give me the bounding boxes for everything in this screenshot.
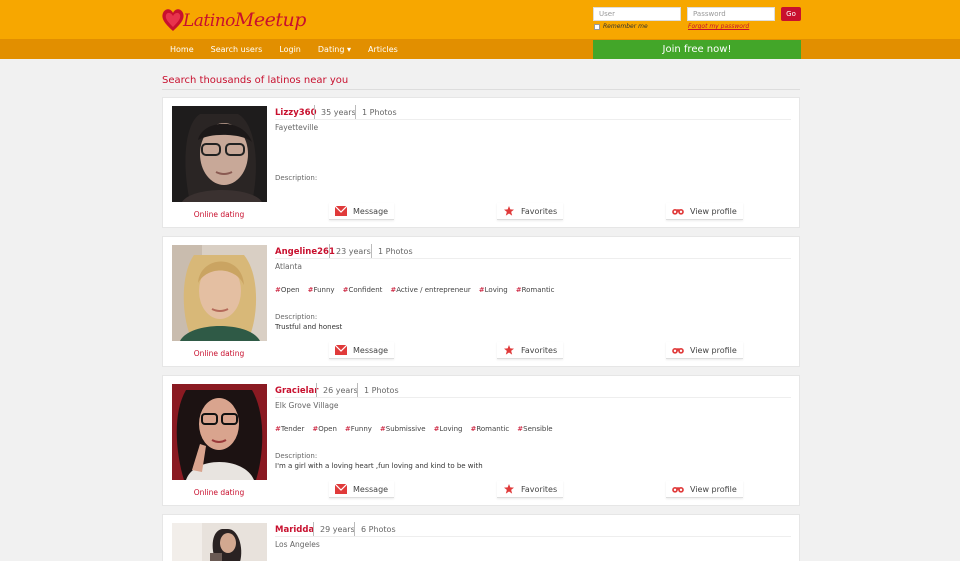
main-nav: Home Search users Login Dating ▾ Article… <box>170 39 415 59</box>
profile-city: Los Angeles <box>275 540 320 549</box>
profile-age: 29 years <box>313 522 355 537</box>
favorites-button[interactable]: Favorites <box>497 481 564 498</box>
profile-card: Online dating Lizzy360 35 years 1 Photos… <box>162 97 800 228</box>
profile-tags: #Tender #Open #Funny #Submissive #Loving… <box>275 425 553 433</box>
card-divider <box>275 536 791 537</box>
profile-tag[interactable]: #Loving <box>479 286 508 294</box>
profile-photo[interactable] <box>172 523 267 561</box>
profile-city: Elk Grove Village <box>275 401 339 410</box>
envelope-icon <box>335 206 347 216</box>
card-divider <box>275 397 791 398</box>
envelope-icon <box>335 345 347 355</box>
description-label: Description: <box>275 313 318 321</box>
favorites-button[interactable]: Favorites <box>497 203 564 220</box>
profile-card: Online dating Angeline261 23 years 1 Pho… <box>162 236 800 367</box>
view-profile-button[interactable]: View profile <box>666 342 743 359</box>
password-input[interactable]: Password <box>687 7 775 21</box>
profile-tag[interactable]: #Active / entrepreneur <box>390 286 470 294</box>
binoculars-icon <box>672 487 684 493</box>
card-divider <box>275 258 791 259</box>
profile-age: 23 years <box>329 244 371 259</box>
profile-photo[interactable] <box>172 106 267 202</box>
profile-tag[interactable]: #Funny <box>308 286 335 294</box>
profile-tag[interactable]: #Open <box>275 286 300 294</box>
top-bar <box>0 0 960 39</box>
profile-tag[interactable]: #Tender <box>275 425 304 433</box>
profile-age: 26 years <box>316 383 358 398</box>
remember-me-checkbox[interactable] <box>594 23 600 30</box>
site-logo[interactable]: LatinoMeetup <box>161 5 306 35</box>
online-dating-link[interactable]: Online dating <box>163 488 275 497</box>
username-input[interactable]: User <box>593 7 681 21</box>
message-button[interactable]: Message <box>329 342 395 359</box>
profile-username[interactable]: Gracielar <box>275 386 318 396</box>
nav-home[interactable]: Home <box>170 45 194 54</box>
profile-description: Trustful and honest <box>275 323 343 331</box>
profile-username[interactable]: Maridda <box>275 525 314 535</box>
profile-city: Atlanta <box>275 262 302 271</box>
nav-search-users[interactable]: Search users <box>211 45 263 54</box>
remember-me[interactable]: Remember me <box>594 23 648 30</box>
remember-me-label: Remember me <box>603 23 648 30</box>
binoculars-icon <box>672 348 684 354</box>
profile-photo[interactable] <box>172 384 267 480</box>
login-go-button[interactable]: Go <box>781 7 801 21</box>
nav-dating-dropdown[interactable]: Dating ▾ <box>318 45 351 54</box>
online-dating-link[interactable]: Online dating <box>163 210 275 219</box>
profile-tag[interactable]: #Romantic <box>470 425 509 433</box>
profile-username[interactable]: Angeline261 <box>275 247 335 257</box>
page-title: Search thousands of latinos near you <box>162 75 349 86</box>
title-divider <box>162 89 800 90</box>
profile-description: I'm a girl with a loving heart ,fun lovi… <box>275 462 483 470</box>
envelope-icon <box>335 484 347 494</box>
star-icon <box>504 484 514 494</box>
star-icon <box>504 206 514 216</box>
profile-photo[interactable] <box>172 245 267 341</box>
star-icon <box>504 345 514 355</box>
profile-card: Maridda 29 years 6 Photos Los Angeles <box>162 514 800 561</box>
profile-tag[interactable]: #Loving <box>434 425 463 433</box>
logo-text-latino: Latino <box>183 11 235 31</box>
nav-login[interactable]: Login <box>279 45 301 54</box>
nav-articles[interactable]: Articles <box>368 45 398 54</box>
logo-text-meetup: Meetup <box>234 9 306 31</box>
forgot-password-link[interactable]: Forgot my password <box>688 23 749 30</box>
favorites-button[interactable]: Favorites <box>497 342 564 359</box>
nav-bar: Home Search users Login Dating ▾ Article… <box>0 39 960 59</box>
profile-tag[interactable]: #Confident <box>343 286 383 294</box>
description-label: Description: <box>275 452 318 460</box>
profile-photo-count: 6 Photos <box>354 522 396 537</box>
profile-card: Online dating Gracielar 26 years 1 Photo… <box>162 375 800 506</box>
profile-tag[interactable]: #Submissive <box>380 425 426 433</box>
profile-tag[interactable]: #Sensible <box>517 425 552 433</box>
heart-logo-icon <box>162 9 184 31</box>
join-free-button[interactable]: Join free now! <box>593 40 801 59</box>
profile-tags: #Open #Funny #Confident #Active / entrep… <box>275 286 554 294</box>
view-profile-button[interactable]: View profile <box>666 481 743 498</box>
profile-tag[interactable]: #Funny <box>345 425 372 433</box>
description-label: Description: <box>275 174 318 182</box>
view-profile-button[interactable]: View profile <box>666 203 743 220</box>
profile-city: Fayetteville <box>275 123 319 132</box>
binoculars-icon <box>672 209 684 215</box>
message-button[interactable]: Message <box>329 481 395 498</box>
profile-tag[interactable]: #Romantic <box>516 286 555 294</box>
profile-username[interactable]: Lizzy360 <box>275 108 317 118</box>
message-button[interactable]: Message <box>329 203 395 220</box>
profile-tag[interactable]: #Open <box>312 425 337 433</box>
card-divider <box>275 119 791 120</box>
online-dating-link[interactable]: Online dating <box>163 349 275 358</box>
profile-photo-count: 1 Photos <box>371 244 413 259</box>
profile-photo-count: 1 Photos <box>355 105 397 120</box>
profile-age: 35 years <box>314 105 356 120</box>
profile-photo-count: 1 Photos <box>357 383 399 398</box>
